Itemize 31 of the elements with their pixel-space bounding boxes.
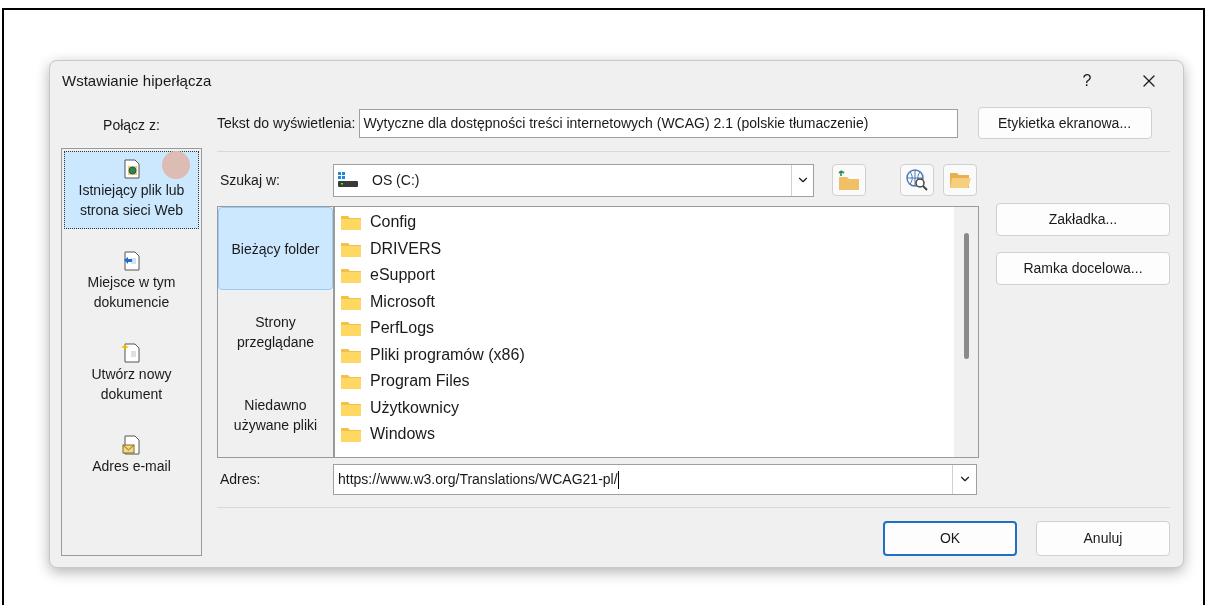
address-field[interactable]: https://www.w3.org/Translations/WCAG21-pl/	[333, 463, 977, 495]
folder-item[interactable]: Microsoft	[340, 288, 954, 315]
folder-item[interactable]: DRIVERS	[340, 235, 954, 262]
link-type-item[interactable]: Miejsce w tym dokumencie	[64, 243, 199, 321]
folder-item[interactable]: Pliki programów (x86)	[340, 341, 954, 368]
browse-tab[interactable]: Niedawno używane pliki	[218, 373, 333, 456]
dialog-button[interactable]: OK	[883, 521, 1017, 556]
folder-item[interactable]: Windows	[340, 421, 954, 448]
address-label: Adres:	[219, 469, 262, 489]
look-in-label: Szukaj w:	[219, 170, 281, 190]
link-type-item[interactable]: Utwórz nowy dokument	[64, 335, 199, 413]
display-text-field[interactable]: Wytyczne dla dostępności treści internetowych (WCAG) 2.1 (polskie tłumaczenie)	[358, 108, 958, 138]
folder-item[interactable]: eSupport	[340, 262, 954, 289]
folder-item[interactable]: PerfLogs	[340, 315, 954, 342]
folder-item[interactable]: Config	[340, 209, 954, 236]
dialog-button[interactable]: Anuluj	[1036, 521, 1170, 556]
browse-tab[interactable]: Strony przeglądane	[218, 290, 333, 373]
side-button[interactable]: Ramka docelowa...	[996, 252, 1170, 285]
folder-item[interactable]: Użytkownicy	[340, 394, 954, 421]
link-to-label: Połącz z:	[102, 116, 161, 135]
folder-item[interactable]: Program Files	[340, 368, 954, 395]
link-type-item[interactable]: Adres e-mail	[64, 427, 199, 485]
link-type-item[interactable]: Istniejący plik lub strona sieci Web	[64, 151, 199, 229]
look-in-value: OS (C:)	[372, 170, 421, 190]
help-button[interactable]: ?	[1067, 65, 1107, 97]
side-button[interactable]: Zakładka...	[996, 203, 1170, 236]
display-text-label: Tekst do wyświetlenia:	[217, 113, 356, 133]
screen-tip-button[interactable]: Etykietka ekranowa...	[977, 107, 1152, 139]
window-title: Wstawianie hiperłącza	[62, 70, 213, 91]
look-in-dropdown[interactable]: OS (C:)	[333, 163, 814, 197]
browse-tab[interactable]: Bieżący folder	[218, 207, 333, 290]
